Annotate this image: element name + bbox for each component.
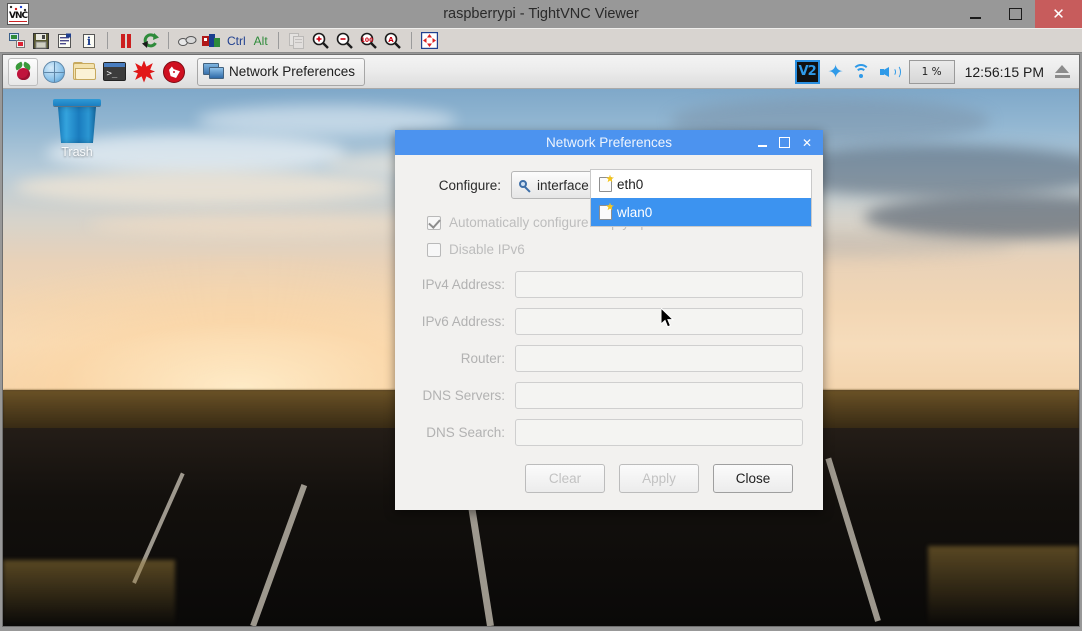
remote-desktop-area[interactable]: Trash >_ Network Preferences V2 ✦ 1 % 12… — [2, 54, 1080, 627]
ipv4-address-input[interactable] — [515, 271, 803, 298]
close-button[interactable]: Close — [713, 464, 793, 493]
zoom-100-icon[interactable]: 100 — [358, 30, 380, 51]
alt-key-button[interactable]: Alt — [251, 30, 271, 51]
clock[interactable]: 12:56:15 PM — [963, 64, 1046, 80]
viewer-minimize-button[interactable] — [955, 0, 995, 28]
toolbar-separator — [107, 32, 108, 49]
interface-option-wlan0[interactable]: wlan0 — [591, 198, 811, 226]
system-tray: V2 ✦ 1 % 12:56:15 PM — [794, 59, 1075, 84]
auto-configure-checkbox[interactable] — [427, 215, 441, 230]
viewer-window-controls: ✕ — [955, 0, 1082, 28]
zoom-in-icon[interactable] — [310, 30, 332, 51]
taskbar-window-button-network-preferences[interactable]: Network Preferences — [197, 57, 366, 86]
trash-can-graphic — [53, 99, 101, 143]
dns-search-input[interactable] — [515, 419, 803, 446]
viewer-titlebar: VNC raspberrypi - TightVNC Viewer ✕ — [0, 0, 1082, 28]
disable-ipv6-checkbox[interactable] — [427, 242, 441, 257]
viewer-maximize-button[interactable] — [995, 0, 1035, 28]
viewer-toolbar: i Ctrl Alt 100 A — [0, 28, 1082, 53]
mathematica-icon[interactable] — [130, 58, 158, 86]
viewer-title: raspberrypi - TightVNC Viewer — [443, 6, 639, 22]
file-manager-icon[interactable] — [70, 58, 98, 86]
ctrl-key-button[interactable]: Ctrl — [224, 30, 249, 51]
refresh-icon[interactable] — [139, 30, 161, 51]
terminal-icon[interactable]: >_ — [100, 58, 128, 86]
configure-selected-value: interface — [537, 177, 589, 193]
dialog-minimize-button[interactable] — [758, 139, 767, 147]
dialog-close-button[interactable]: ✕ — [802, 137, 812, 149]
interface-option-label: wlan0 — [617, 204, 653, 220]
key-icon — [519, 179, 532, 193]
interface-dropdown-list[interactable]: eth0 wlan0 — [590, 169, 812, 227]
interface-option-label: eth0 — [617, 176, 644, 192]
svg-text:100: 100 — [361, 37, 374, 44]
dns-search-label: DNS Search: — [426, 425, 505, 440]
raspberry-menu-icon[interactable] — [8, 57, 38, 86]
web-browser-icon[interactable] — [40, 58, 68, 86]
dns-servers-label: DNS Servers: — [422, 388, 505, 403]
viewer-close-button[interactable]: ✕ — [1035, 0, 1082, 28]
dialog-button-bar: Clear Apply Close — [415, 456, 803, 493]
toolbar-separator — [410, 32, 412, 49]
svg-text:i: i — [87, 35, 91, 48]
lxde-taskbar: >_ Network Preferences V2 ✦ 1 % 12:56:15… — [3, 55, 1079, 89]
dialog-maximize-button[interactable] — [779, 137, 790, 148]
ipv6-address-label: IPv6 Address: — [421, 314, 505, 329]
fullscreen-icon[interactable] — [419, 30, 441, 51]
zoom-out-icon[interactable] — [334, 30, 356, 51]
dns-servers-row: DNS Servers: — [415, 382, 803, 409]
wifi-icon[interactable] — [851, 63, 871, 81]
configure-label: Configure: — [438, 177, 501, 193]
ipv6-address-input[interactable] — [515, 308, 803, 335]
wolfram-icon[interactable] — [160, 58, 188, 86]
cpu-usage-indicator[interactable]: 1 % — [908, 59, 955, 84]
clipboard-transfer-icon[interactable] — [286, 30, 308, 51]
ipv6-address-row: IPv6 Address: — [415, 308, 803, 335]
router-row: Router: — [415, 345, 803, 372]
svg-text:A: A — [388, 36, 394, 44]
dialog-titlebar: Network Preferences ✕ — [395, 130, 823, 155]
interface-doc-icon — [599, 174, 614, 192]
task-button-label: Network Preferences — [229, 64, 356, 79]
eject-icon[interactable] — [1054, 64, 1071, 80]
send-keys-icon[interactable] — [176, 30, 198, 51]
router-input[interactable] — [515, 345, 803, 372]
vnc-logo-icon: VNC — [7, 3, 29, 25]
router-label: Router: — [460, 351, 505, 366]
zoom-auto-icon[interactable]: A — [382, 30, 404, 51]
dns-servers-input[interactable] — [515, 382, 803, 409]
trash-icon[interactable]: Trash — [44, 99, 110, 159]
new-connection-icon[interactable] — [6, 30, 28, 51]
network-preferences-dialog: Network Preferences ✕ Configure: interfa… — [395, 130, 823, 510]
interface-option-eth0[interactable]: eth0 — [591, 170, 811, 198]
toolbar-separator — [277, 32, 279, 49]
connection-info-icon[interactable]: i — [78, 30, 100, 51]
apply-button[interactable]: Apply — [619, 464, 699, 493]
pause-icon[interactable] — [115, 30, 137, 51]
ipv4-address-row: IPv4 Address: — [415, 271, 803, 298]
network-preferences-icon — [203, 62, 224, 81]
dialog-body: Configure: interface eth0 wlan0 Automati… — [395, 155, 823, 510]
toolbar-separator — [168, 32, 169, 49]
interface-doc-icon — [599, 202, 614, 220]
bluetooth-icon[interactable]: ✦ — [828, 62, 844, 82]
connection-options-icon[interactable] — [54, 30, 76, 51]
dns-search-row: DNS Search: — [415, 419, 803, 446]
dialog-window-controls: ✕ — [758, 137, 823, 149]
ipv4-address-label: IPv4 Address: — [421, 277, 505, 292]
volume-icon[interactable] — [879, 63, 901, 81]
ctrl-alt-del-icon[interactable] — [200, 30, 222, 51]
save-session-icon[interactable] — [30, 30, 52, 51]
vnc-server-tray-icon[interactable]: V2 — [794, 59, 820, 84]
disable-ipv6-checkbox-row[interactable]: Disable IPv6 — [427, 242, 803, 257]
clear-button[interactable]: Clear — [525, 464, 605, 493]
tightvnc-viewer-window: VNC raspberrypi - TightVNC Viewer ✕ i Ct… — [0, 0, 1082, 631]
trash-label: Trash — [61, 145, 93, 159]
disable-ipv6-label: Disable IPv6 — [449, 242, 525, 257]
